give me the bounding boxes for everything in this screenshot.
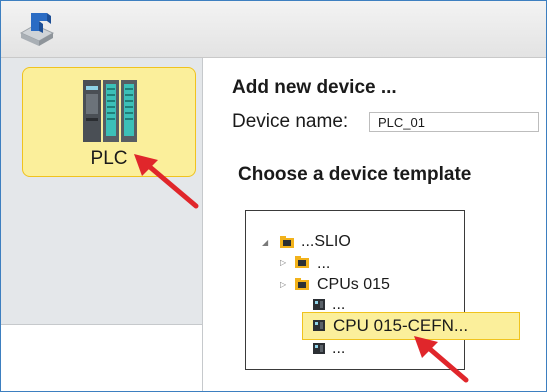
title-bar bbox=[1, 1, 546, 58]
device-name-label: Device name: bbox=[232, 111, 349, 132]
panel-empty-area bbox=[1, 325, 203, 391]
device-name-input[interactable] bbox=[369, 112, 539, 132]
collapsed-triangle-icon[interactable]: ▷ bbox=[280, 258, 286, 267]
collapsed-triangle-icon[interactable]: ▷ bbox=[280, 280, 286, 289]
cpu-chip-icon bbox=[313, 320, 325, 331]
tree-node-slio[interactable]: ...SLIO bbox=[301, 233, 351, 251]
tree-node-cpus-015[interactable]: CPUs 015 bbox=[317, 276, 390, 294]
tree-node-cpu-next[interactable]: ... bbox=[332, 340, 345, 358]
expanded-triangle-icon[interactable]: ◢ bbox=[262, 238, 268, 247]
folder-icon bbox=[280, 236, 294, 248]
plc-module-icon bbox=[83, 80, 137, 142]
cpu-chip-icon bbox=[313, 299, 325, 310]
cpu-chip-icon bbox=[313, 343, 325, 354]
template-heading: Choose a device template bbox=[238, 164, 472, 185]
folder-icon bbox=[295, 278, 309, 290]
folder-icon bbox=[295, 256, 309, 268]
app-logo-icon bbox=[19, 13, 55, 46]
add-device-heading: Add new device ... bbox=[232, 77, 397, 98]
red-pointer-arrow bbox=[134, 154, 199, 209]
tree-node-ellipsis[interactable]: ... bbox=[317, 255, 330, 273]
red-pointer-arrow bbox=[414, 336, 469, 383]
